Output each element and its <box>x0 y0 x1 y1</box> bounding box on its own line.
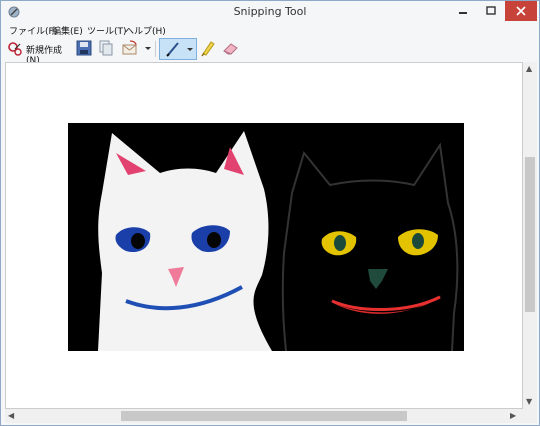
scroll-right-icon[interactable]: ▶ <box>510 411 516 420</box>
pen-button[interactable] <box>159 38 197 60</box>
scroll-up-icon[interactable]: ▲ <box>526 64 532 73</box>
captured-image <box>68 123 464 351</box>
copy-icon <box>99 40 113 56</box>
close-icon <box>516 6 526 16</box>
dropdown-arrow-icon <box>145 47 151 50</box>
menu-bar: ファイル(F) 編集(E) ツール(T) ヘルプ(H) <box>1 23 539 37</box>
menu-help[interactable]: ヘルプ(H) <box>125 24 166 37</box>
title-bar: Snipping Tool <box>1 1 539 23</box>
save-button[interactable] <box>76 39 94 59</box>
new-snip-icon <box>8 42 22 56</box>
snip-canvas <box>5 62 523 409</box>
send-dropdown[interactable] <box>143 39 153 59</box>
close-button[interactable] <box>505 1 537 21</box>
snipping-tool-window: Snipping Tool ファイル(F) 編集(E) ツール(T) ヘルプ(H… <box>0 0 540 426</box>
eraser-icon <box>223 43 238 55</box>
toolbar: 新規作成(N) <box>1 37 539 66</box>
menu-tools[interactable]: ツール(T) <box>87 24 127 37</box>
scroll-left-icon[interactable]: ◀ <box>8 411 14 420</box>
minimize-icon <box>459 12 467 14</box>
eraser-button[interactable] <box>221 39 239 59</box>
send-email-button[interactable] <box>121 39 139 59</box>
pen-icon <box>166 42 179 57</box>
toolbar-separator <box>155 41 156 57</box>
highlighter-button[interactable] <box>198 39 216 59</box>
maximize-icon <box>486 6 496 15</box>
maximize-button[interactable] <box>477 1 505 21</box>
scroll-down-icon[interactable]: ▼ <box>526 397 532 406</box>
highlighter-icon <box>201 41 215 57</box>
menu-edit[interactable]: 編集(E) <box>52 24 83 37</box>
copy-button[interactable] <box>98 39 116 59</box>
vertical-scroll-thumb[interactable] <box>525 157 535 312</box>
horizontal-scrollbar[interactable]: ◀ ▶ <box>5 409 523 423</box>
new-snip-button[interactable]: 新規作成(N) <box>7 39 73 66</box>
horizontal-scroll-thumb[interactable] <box>121 411 407 421</box>
menu-file[interactable]: ファイル(F) <box>9 24 57 37</box>
minimize-button[interactable] <box>449 1 477 21</box>
dropdown-arrow-icon <box>187 48 193 51</box>
vertical-scrollbar[interactable]: ▲ ▼ <box>523 62 537 409</box>
save-icon <box>76 40 92 56</box>
send-email-icon <box>122 40 137 55</box>
scroll-corner <box>523 409 537 423</box>
